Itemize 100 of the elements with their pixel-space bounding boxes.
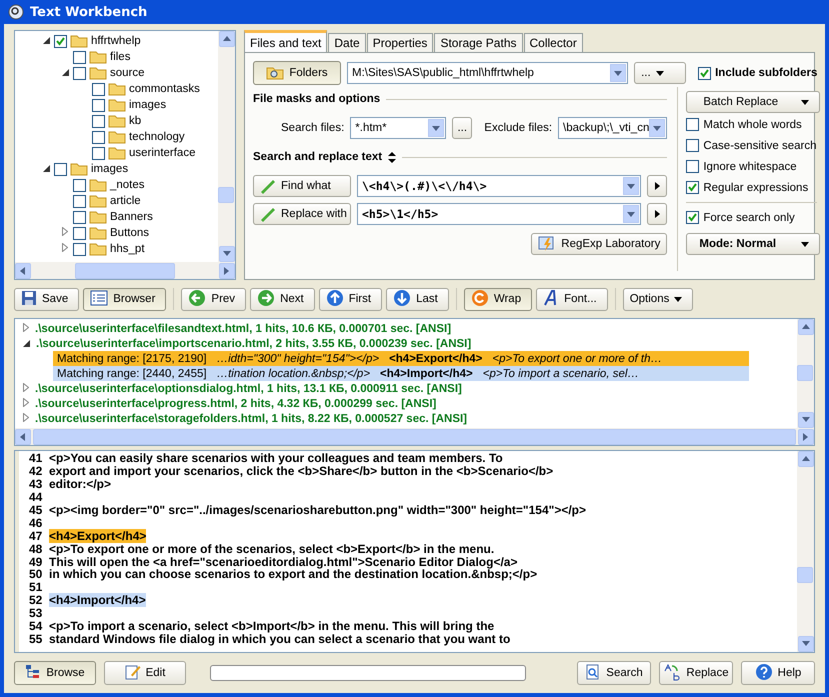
play-button[interactable] (647, 175, 668, 197)
tab[interactable]: Storage Paths (434, 33, 522, 52)
view-button[interactable]: Edit (104, 661, 186, 685)
find-what-button[interactable]: Find what (253, 175, 351, 197)
scroll-button[interactable] (15, 428, 31, 444)
vertical-scrollbar[interactable] (797, 451, 814, 652)
toolbar-button[interactable]: Last (386, 288, 449, 310)
vertical-scrollbar[interactable] (797, 319, 814, 428)
checkbox[interactable] (686, 211, 700, 224)
collapsed-icon[interactable] (23, 322, 29, 332)
checkbox[interactable] (73, 194, 86, 208)
match-row[interactable]: Matching range: [2440, 2455] …tination location.&nbsp;</p> <h4>Import</h4> <p>To import a scenario, sel… (53, 366, 749, 381)
folder-name[interactable]: hhs_pt (110, 243, 145, 255)
toolbar-button[interactable]: Font... (536, 288, 608, 310)
folder-name[interactable]: article (110, 195, 141, 207)
scroll-button[interactable] (219, 262, 235, 278)
checkbox[interactable] (73, 226, 86, 240)
folder-name[interactable]: _notes (110, 179, 145, 191)
checkbox[interactable] (698, 66, 712, 80)
scroll-button[interactable] (15, 262, 31, 278)
checkbox[interactable] (686, 181, 700, 194)
tab[interactable]: Collector (524, 33, 583, 52)
batch-replace-button[interactable]: Batch Replace (686, 91, 820, 113)
expanded-icon[interactable] (23, 340, 30, 346)
result-file[interactable]: .\source\userinterface\filesandtext.html, 1 hits, 10.6 КБ, 0.000701 sec. [ANSI] (35, 322, 452, 334)
result-file[interactable]: .\source\userinterface\importscenario.html, 2 hits, 3.55 КБ, 0.000239 sec. [ANSI] (36, 338, 472, 350)
folder-name[interactable]: images (91, 163, 128, 175)
left-arrow-icon[interactable] (19, 266, 27, 274)
tab[interactable]: Files and text (244, 30, 328, 52)
scroll-button[interactable] (218, 246, 234, 262)
checkbox[interactable] (73, 178, 86, 192)
checkbox[interactable] (54, 34, 67, 48)
scrollbar-thumb[interactable] (75, 262, 175, 278)
match-row[interactable]: Matching range: [2175, 2190] …idth="300" height="154"></p> <h4>Export</h4> <p>To export one or more of th… (53, 351, 749, 366)
regexp-laboratory-button[interactable]: RegExp Laboratory (531, 233, 668, 255)
toolbar-button[interactable]: Prev (181, 288, 246, 310)
checkbox[interactable] (686, 139, 700, 152)
expanded-icon[interactable] (42, 165, 50, 172)
checkbox[interactable] (686, 118, 700, 131)
find-field[interactable]: \<h4\>(.#)\<\/h4\> (357, 175, 642, 197)
down-arrow-icon[interactable] (802, 416, 810, 424)
folder-name[interactable]: source (110, 67, 145, 79)
action-button[interactable]: Search (577, 661, 651, 685)
scrollbar-thumb[interactable] (218, 187, 234, 203)
toolbar-button[interactable]: Browser (83, 288, 166, 310)
toolbar-button[interactable]: Next (250, 288, 315, 310)
checkbox[interactable] (73, 50, 86, 64)
down-arrow-icon[interactable] (802, 640, 810, 648)
folder-name[interactable]: files (110, 51, 130, 63)
folder-name[interactable]: kb (129, 115, 142, 127)
folder-path-field[interactable]: M:\Sites\SAS\public_html\hffrtwhelp (347, 62, 628, 84)
result-file[interactable]: .\source\userinterface\progress.html, 2 hits, 4.32 КБ, 0.000299 sec. [ANSI] (35, 398, 436, 410)
expanded-icon[interactable] (62, 69, 68, 76)
scroll-button[interactable] (798, 428, 814, 444)
vertical-scrollbar[interactable] (218, 31, 235, 262)
scrollbar-thumb[interactable] (797, 567, 813, 583)
toolbar-button[interactable]: First (318, 288, 382, 310)
sort-arrows-icon[interactable] (388, 152, 396, 162)
folder-name[interactable]: images (129, 99, 166, 111)
right-arrow-icon[interactable] (223, 266, 231, 274)
checkbox[interactable] (92, 146, 105, 160)
checkbox[interactable] (92, 98, 105, 112)
replace-field[interactable]: <h5>\1</h5> (357, 203, 642, 225)
checkbox[interactable] (92, 82, 105, 96)
view-button[interactable]: Browse (14, 661, 96, 685)
result-file[interactable]: .\source\userinterface\optionsdialog.html, 1 hits, 13.1 КБ, 0.000911 sec. [ANSI] (35, 382, 462, 394)
checkbox[interactable] (92, 130, 105, 144)
tab[interactable]: Properties (366, 33, 434, 52)
left-arrow-icon[interactable] (19, 432, 27, 440)
browse-button[interactable]: ... (452, 117, 472, 139)
action-button[interactable]: Replace (659, 661, 733, 685)
checkbox[interactable] (73, 242, 86, 256)
result-file[interactable]: .\source\userinterface\storagefolders.html, 1 hits, 8.22 КБ, 0.000527 sec. [ANSI] (35, 412, 468, 424)
scrollbar-thumb[interactable] (797, 365, 813, 381)
folders-button[interactable]: Folders (253, 61, 341, 85)
replace-with-button[interactable]: Replace with (253, 203, 351, 225)
browse-button[interactable]: ... (634, 62, 686, 84)
checkbox[interactable] (92, 114, 105, 128)
checkbox[interactable] (54, 162, 67, 176)
folder-name[interactable]: userinterface (129, 147, 196, 159)
code-editor[interactable] (14, 450, 815, 653)
folder-name[interactable]: Banners (110, 211, 153, 223)
exclude-files-field[interactable]: \backup\;\_vti_cn (558, 117, 668, 139)
folder-name[interactable]: technology (129, 131, 185, 143)
toolbar-button[interactable]: Wrap (464, 288, 532, 310)
toolbar-button[interactable]: Save (14, 288, 80, 310)
folder-name[interactable]: Buttons (110, 227, 149, 239)
up-arrow-icon[interactable] (802, 455, 810, 463)
horizontal-scrollbar[interactable] (15, 262, 235, 279)
up-arrow-icon[interactable] (802, 323, 810, 331)
down-arrow-icon[interactable] (222, 250, 230, 258)
scroll-button[interactable] (798, 412, 814, 428)
toolbar-button[interactable]: Options (622, 288, 694, 310)
play-button[interactable] (647, 203, 668, 225)
folder-name[interactable]: hffrtwhelp (91, 35, 141, 47)
scroll-button[interactable] (798, 636, 814, 652)
scroll-button[interactable] (798, 451, 814, 467)
expanded-icon[interactable] (42, 37, 50, 44)
folder-name[interactable]: commontasks (129, 83, 200, 95)
mode-button[interactable]: Mode: Normal (686, 233, 820, 255)
